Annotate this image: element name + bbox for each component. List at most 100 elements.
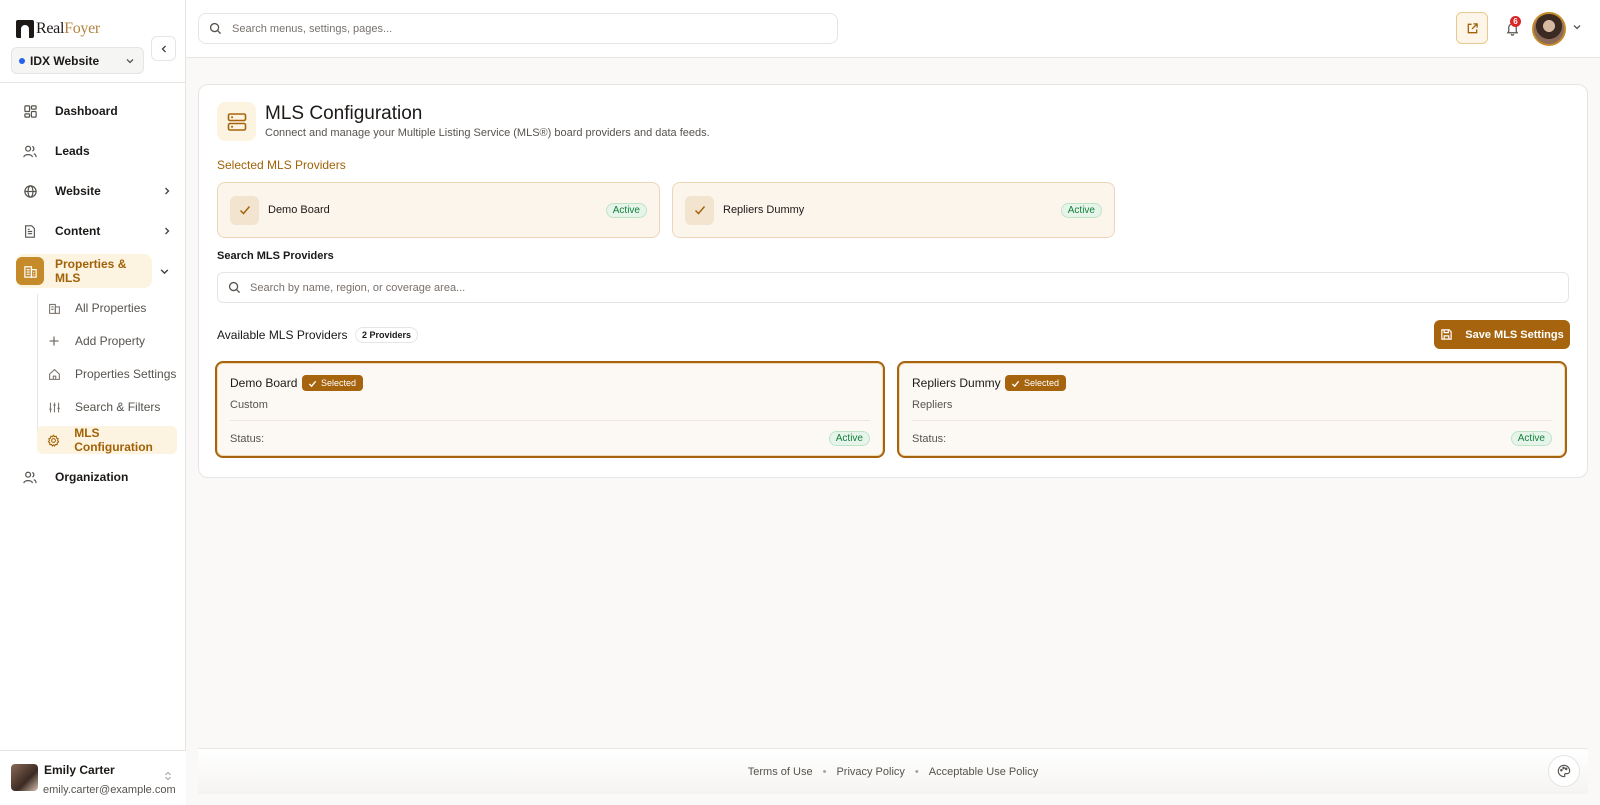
sidebar-item-label: Organization: [55, 470, 129, 484]
footer-link-privacy[interactable]: Privacy Policy: [836, 766, 904, 778]
user-email: emily.carter@example.com: [43, 784, 176, 796]
sidebar-item-dashboard[interactable]: Dashboard: [16, 94, 176, 128]
provider-count-badge: 2 Providers: [355, 327, 419, 343]
chevron-right-icon: [158, 186, 176, 196]
sidebar-subitem-label: Properties Settings: [75, 367, 177, 381]
page-subtitle: Connect and manage your Multiple Listing…: [265, 127, 710, 139]
sidebar: RealFoyer IDX Website Dashboard Leads We…: [0, 0, 186, 805]
avatar[interactable]: [1532, 12, 1566, 46]
sidebar-subitem-mls-configuration[interactable]: MLS Configuration: [37, 426, 177, 454]
provider-card[interactable]: Repliers Dummy Selected Repliers Status:…: [897, 361, 1567, 458]
users-icon: [16, 137, 44, 165]
footer-separator: •: [822, 765, 827, 778]
file-text-icon: [16, 217, 44, 245]
avatar: [11, 764, 38, 791]
footer-link-acceptable-use[interactable]: Acceptable Use Policy: [929, 766, 1038, 778]
user-menu[interactable]: Emily Carter emily.carter@example.com: [0, 750, 186, 805]
sliders-icon: [45, 401, 63, 414]
sidebar-subitem-label: MLS Configuration: [74, 426, 153, 454]
provider-card[interactable]: Demo Board Selected Custom Status: Activ…: [215, 361, 885, 458]
chevron-down-icon[interactable]: [1572, 22, 1582, 32]
globe-icon: [16, 177, 44, 205]
site-selector[interactable]: IDX Website: [11, 47, 144, 74]
search-icon: [209, 22, 222, 35]
check-icon: [308, 379, 317, 388]
card-divider: [912, 420, 1552, 421]
provider-search[interactable]: [217, 272, 1569, 303]
sidebar-subitem-properties-settings[interactable]: Properties Settings: [37, 360, 177, 388]
selected-badge: Selected: [1005, 375, 1067, 391]
chevron-left-icon: [159, 44, 169, 54]
search-providers-label: Search MLS Providers: [217, 250, 334, 262]
collapse-sidebar-button[interactable]: [151, 36, 176, 61]
sidebar-subitem-search-filters[interactable]: Search & Filters: [37, 393, 177, 421]
sidebar-item-label: Dashboard: [55, 104, 118, 118]
selected-providers-heading: Selected MLS Providers: [217, 158, 346, 172]
card-divider: [230, 420, 870, 421]
sidebar-item-leads[interactable]: Leads: [16, 134, 176, 168]
logo-mark-icon: [16, 20, 34, 38]
sidebar-item-website[interactable]: Website: [16, 174, 176, 208]
top-bar: 6: [186, 0, 1600, 58]
global-search[interactable]: [198, 13, 838, 44]
provider-name: Repliers Dummy: [912, 376, 1001, 390]
brand-name-part1: Real: [36, 20, 65, 37]
selected-badge-label: Selected: [321, 378, 357, 388]
status-badge: Active: [828, 431, 870, 446]
brand-name-part2: Foyer: [64, 20, 100, 37]
users-icon: [16, 463, 44, 491]
sidebar-item-properties-mls[interactable]: Properties & MLS: [16, 254, 152, 288]
sidebar-subitem-add-property[interactable]: Add Property: [37, 327, 177, 355]
selected-provider-name: Demo Board: [268, 204, 330, 216]
plus-icon: [45, 335, 63, 347]
selected-badge: Selected: [302, 375, 364, 391]
brand-logo[interactable]: RealFoyer: [16, 20, 100, 38]
check-icon: [1011, 379, 1020, 388]
open-website-button[interactable]: [1456, 12, 1488, 44]
search-icon: [228, 281, 241, 294]
notification-count-badge: 6: [1510, 16, 1521, 27]
gear-icon: [45, 433, 62, 447]
available-providers-heading: Available MLS Providers: [217, 328, 348, 342]
status-label: Status:: [230, 433, 265, 445]
sidebar-item-label: Website: [55, 184, 101, 198]
status-label: Status:: [912, 433, 947, 445]
sidebar-item-label: Leads: [55, 144, 90, 158]
page-title: MLS Configuration: [265, 103, 423, 124]
footer-link-terms[interactable]: Terms of Use: [748, 766, 813, 778]
check-icon: [230, 195, 259, 225]
brand-name: RealFoyer: [36, 20, 100, 38]
sidebar-item-label: Content: [55, 224, 101, 238]
status-badge: Active: [1510, 431, 1552, 446]
sidebar-item-organization[interactable]: Organization: [16, 460, 176, 494]
sidebar-divider: [0, 82, 186, 83]
provider-name: Demo Board: [230, 376, 298, 390]
sidebar-subitem-label: All Properties: [75, 301, 147, 315]
theme-palette-button[interactable]: [1548, 755, 1580, 787]
check-icon: [685, 195, 714, 225]
selected-provider-name: Repliers Dummy: [723, 204, 805, 216]
status-badge: Active: [1060, 202, 1102, 218]
external-link-icon: [1466, 22, 1479, 35]
sidebar-item-label: Properties & MLS: [55, 257, 127, 285]
provider-search-input[interactable]: [250, 281, 1568, 294]
provider-type: Repliers: [912, 399, 953, 411]
save-button-label: Save MLS Settings: [1465, 328, 1564, 341]
buildings-icon: [45, 302, 63, 315]
sidebar-subitem-all-properties[interactable]: All Properties: [37, 294, 177, 322]
user-name: Emily Carter: [44, 763, 115, 777]
global-search-input[interactable]: [232, 22, 837, 35]
sidebar-item-content[interactable]: Content: [16, 214, 176, 248]
chevron-down-icon[interactable]: [159, 266, 170, 277]
chevron-right-icon: [158, 226, 176, 236]
save-mls-settings-button[interactable]: Save MLS Settings: [1434, 320, 1570, 349]
dashboard-icon: [16, 97, 44, 125]
selected-provider-card[interactable]: Demo Board Active: [217, 182, 660, 238]
chevron-up-down-icon: [164, 771, 172, 781]
chevron-down-icon: [125, 56, 135, 66]
selected-badge-label: Selected: [1024, 378, 1060, 388]
site-status-dot: [19, 57, 25, 64]
selected-provider-card[interactable]: Repliers Dummy Active: [672, 182, 1115, 238]
building-icon: [16, 257, 44, 285]
home-icon: [45, 368, 63, 381]
